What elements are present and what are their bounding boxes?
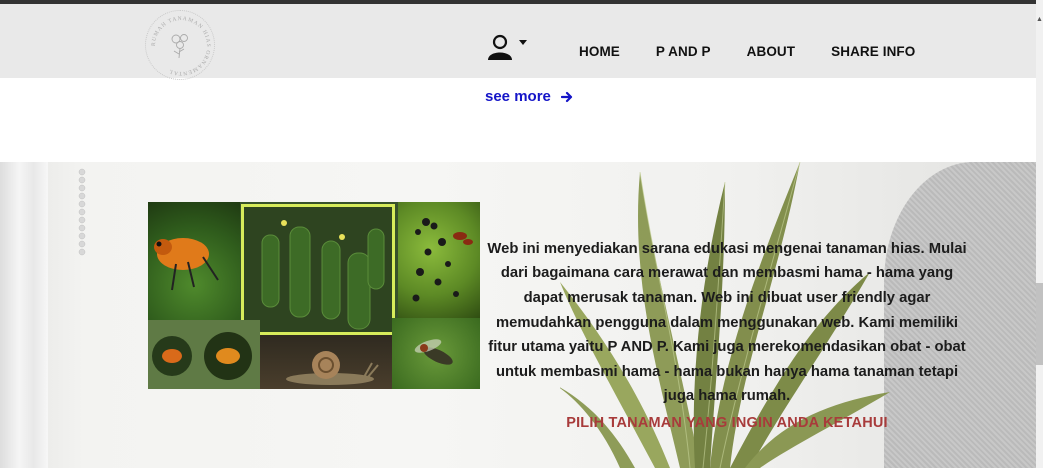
- logo-text: RUMAH TANAMAN HIAS ORNAMENTAL: [151, 16, 210, 76]
- user-menu[interactable]: [487, 34, 527, 60]
- see-more-link[interactable]: see more: [485, 88, 573, 105]
- vertical-scrollbar[interactable]: ▲: [1036, 0, 1043, 468]
- nav-home[interactable]: HOME: [579, 44, 620, 59]
- nav-share-info[interactable]: SHARE INFO: [831, 44, 915, 59]
- top-navbar: RUMAH TANAMAN HIAS ORNAMENTAL HOME P AND…: [0, 0, 1036, 80]
- window-cord: [78, 168, 86, 256]
- caret-down-icon: [519, 40, 527, 45]
- arrow-right-icon: [560, 91, 572, 102]
- nav-about[interactable]: ABOUT: [747, 44, 796, 59]
- cucumber-photo: [241, 204, 395, 335]
- scroll-up-icon[interactable]: ▲: [1036, 16, 1043, 23]
- main-nav: HOME P AND P ABOUT SHARE INFO: [579, 44, 951, 59]
- see-more-label: see more: [485, 88, 551, 105]
- logo-ring: RUMAH TANAMAN HIAS ORNAMENTAL: [151, 16, 211, 76]
- ladybug-photo: [148, 320, 260, 389]
- scrollbar-thumb[interactable]: [1036, 283, 1043, 365]
- about-banner: Web ini menyediakan sarana edukasi menge…: [0, 162, 1036, 468]
- nav-p-and-p[interactable]: P AND P: [656, 44, 711, 59]
- fly-photo: [392, 318, 480, 389]
- beetle-photo: [148, 202, 240, 320]
- about-description: Web ini menyediakan sarana edukasi menge…: [487, 240, 967, 405]
- site-logo[interactable]: RUMAH TANAMAN HIAS ORNAMENTAL: [145, 10, 215, 80]
- pest-photo-collage: [148, 202, 480, 389]
- svg-text:RUMAH TANAMAN HIAS ORNAMENTAL: RUMAH TANAMAN HIAS ORNAMENTAL: [151, 16, 211, 76]
- user-icon: [488, 34, 512, 60]
- snail-photo: [260, 335, 392, 389]
- ant-aphid-photo: [398, 202, 480, 318]
- curtain-background: [0, 162, 48, 468]
- choose-plant-link[interactable]: PILIH TANAMAN YANG INGIN ANDA KETAHUI: [482, 415, 972, 431]
